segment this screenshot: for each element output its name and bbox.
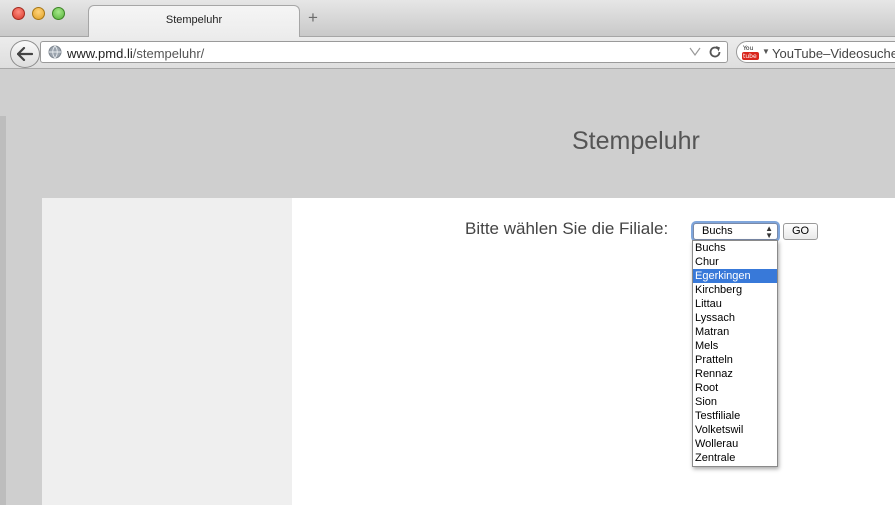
globe-icon <box>48 45 62 59</box>
dropdown-option[interactable]: Kirchberg <box>693 283 777 297</box>
navigation-toolbar: www.pmd.li/stempeluhr/ You tube ▼ YouTub… <box>0 37 895 69</box>
select-updown-icon: ▲ ▼ <box>765 224 773 240</box>
tab-stempeluhr[interactable]: Stempeluhr <box>88 5 300 38</box>
browser-window: Stempeluhr + www.pmd.li/stempeluhr/ You … <box>0 0 895 505</box>
new-tab-button[interactable]: + <box>308 9 318 27</box>
page-title: Stempeluhr <box>572 127 700 155</box>
url-host: www.pmd.li <box>67 46 133 61</box>
dropdown-option[interactable]: Wollerau <box>693 437 777 451</box>
dropdown-option[interactable]: Testfiliale <box>693 409 777 423</box>
back-arrow-icon <box>17 47 33 61</box>
dropdown-option[interactable]: Lyssach <box>693 311 777 325</box>
sidebar <box>42 198 292 505</box>
branch-dropdown-list: Buchs Chur Egerkingen Kirchberg Littau Lyssac… <box>692 240 778 467</box>
close-window-button[interactable] <box>12 7 25 20</box>
go-button[interactable]: GO <box>783 223 818 240</box>
svg-text:tube: tube <box>743 53 757 60</box>
address-bar[interactable]: www.pmd.li/stempeluhr/ <box>40 41 728 63</box>
dropdown-option[interactable]: Littau <box>693 297 777 311</box>
dropdown-option[interactable]: Chur <box>693 255 777 269</box>
url-dropdown-icon[interactable] <box>689 47 701 57</box>
minimize-window-button[interactable] <box>32 7 45 20</box>
search-engine-caret-icon[interactable]: ▼ <box>762 47 770 56</box>
dropdown-option[interactable]: Zentrale <box>693 451 777 465</box>
branch-select[interactable]: Buchs ▲ ▼ <box>693 223 778 240</box>
window-edge-shadow <box>0 116 6 505</box>
dropdown-option[interactable]: Egerkingen <box>693 269 777 283</box>
branch-select-value: Buchs <box>702 225 733 237</box>
tab-title: Stempeluhr <box>165 14 223 26</box>
dropdown-option[interactable]: Matran <box>693 325 777 339</box>
zoom-window-button[interactable] <box>52 7 65 20</box>
search-bar[interactable]: You tube ▼ YouTube–Videosuche <box>736 41 895 63</box>
dropdown-option[interactable]: Root <box>693 381 777 395</box>
youtube-icon: You tube <box>742 44 759 60</box>
reload-icon[interactable] <box>707 44 723 60</box>
back-button[interactable] <box>10 40 40 68</box>
url-text[interactable]: www.pmd.li/stempeluhr/ <box>67 46 204 61</box>
search-input[interactable]: YouTube–Videosuche <box>772 46 895 61</box>
branch-prompt-label: Bitte wählen Sie die Filiale: <box>465 219 669 238</box>
dropdown-option[interactable]: Mels <box>693 339 777 353</box>
svg-text:You: You <box>742 45 754 52</box>
dropdown-option[interactable]: Sion <box>693 395 777 409</box>
dropdown-option[interactable]: Volketswil <box>693 423 777 437</box>
url-path: /stempeluhr/ <box>132 46 205 61</box>
dropdown-option[interactable]: Buchs <box>693 241 777 255</box>
main-content: Bitte wählen Sie die Filiale: Buchs ▲ ▼ G… <box>292 198 895 505</box>
dropdown-option[interactable]: Pratteln <box>693 353 777 367</box>
dropdown-option[interactable]: Rennaz <box>693 367 777 381</box>
tab-bar: Stempeluhr + <box>0 0 895 38</box>
